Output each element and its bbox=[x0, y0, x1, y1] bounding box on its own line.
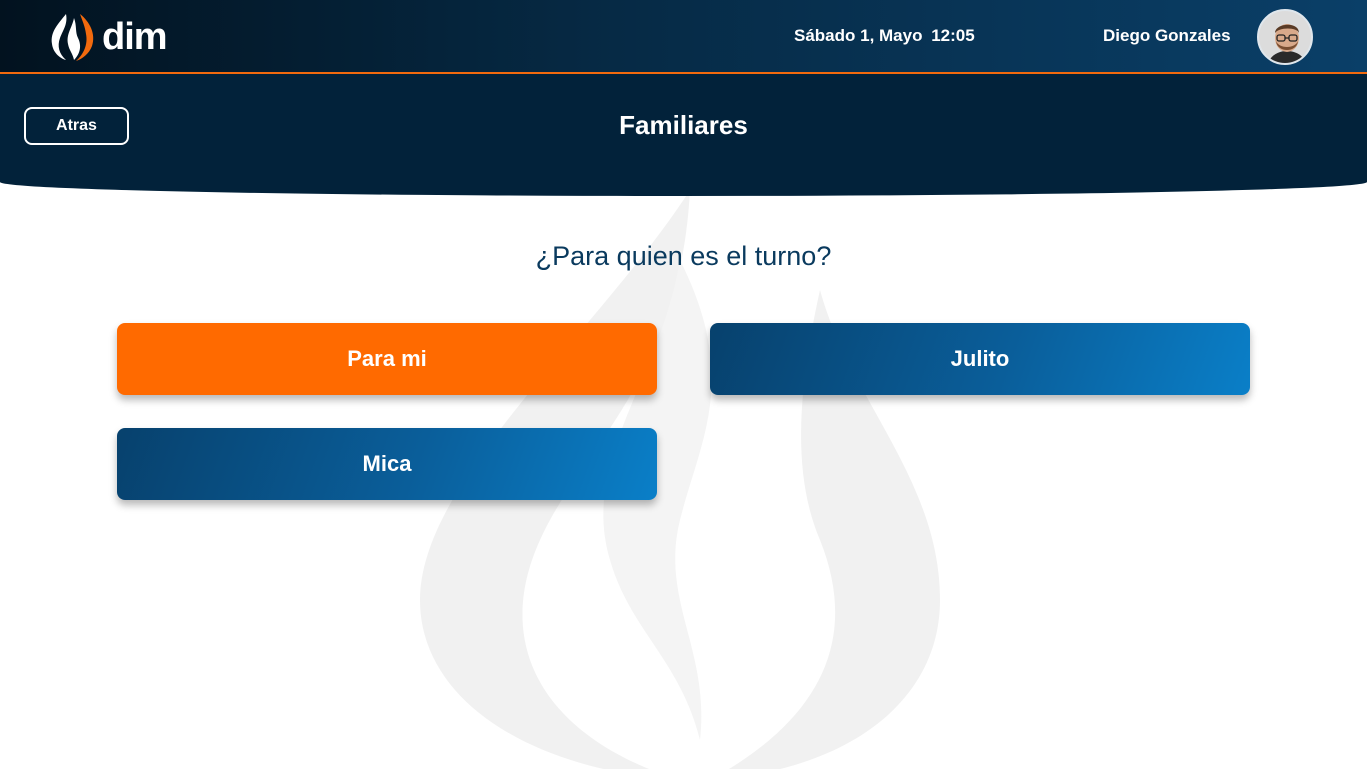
date-text: Sábado 1, Mayo bbox=[794, 26, 923, 45]
date-time: Sábado 1, Mayo 12:05 bbox=[794, 26, 975, 46]
avatar[interactable] bbox=[1257, 9, 1313, 65]
logo: dim bbox=[44, 10, 168, 64]
header-band: Atras Familiares bbox=[0, 74, 1367, 196]
user-avatar-icon bbox=[1259, 11, 1311, 63]
question-text: ¿Para quien es el turno? bbox=[535, 241, 832, 271]
option-button-mica[interactable]: Mica bbox=[117, 428, 657, 500]
page-title: Familiares bbox=[619, 110, 748, 140]
user-name: Diego Gonzales bbox=[1103, 26, 1231, 45]
option-button-julito[interactable]: Julito bbox=[710, 323, 1250, 395]
time-text: 12:05 bbox=[931, 26, 975, 45]
logo-text: dim bbox=[102, 16, 168, 58]
top-bar: dim Sábado 1, Mayo 12:05 Diego Gonzales bbox=[0, 0, 1367, 74]
option-button-para-mi[interactable]: Para mi bbox=[117, 323, 657, 395]
flame-logo-icon bbox=[51, 14, 94, 61]
